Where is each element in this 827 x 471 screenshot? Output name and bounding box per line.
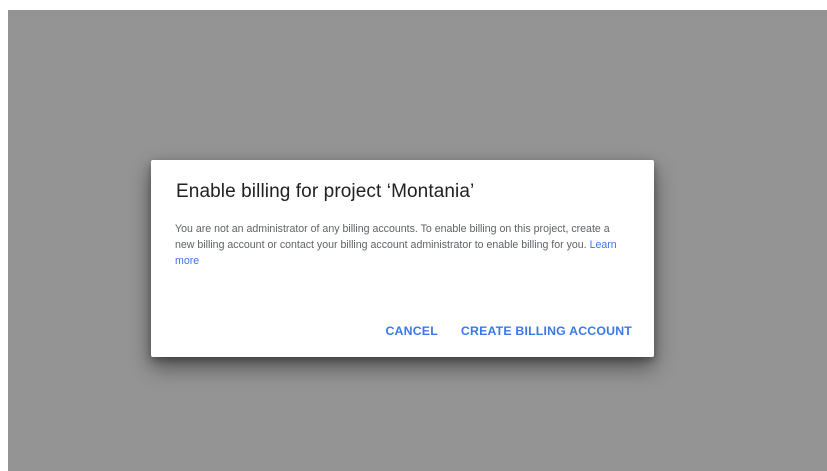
enable-billing-dialog: Enable billing for project ‘Montania’ Yo…	[151, 160, 654, 357]
dialog-title: Enable billing for project ‘Montania’	[176, 181, 475, 202]
create-billing-account-button[interactable]: CREATE BILLING ACCOUNT	[461, 324, 632, 338]
dialog-actions: CANCEL CREATE BILLING ACCOUNT	[385, 324, 632, 338]
cancel-button[interactable]: CANCEL	[385, 324, 437, 338]
dialog-body: You are not an administrator of any bill…	[175, 221, 630, 269]
modal-backdrop[interactable]: Enable billing for project ‘Montania’ Yo…	[8, 10, 827, 471]
dialog-body-text: You are not an administrator of any bill…	[175, 223, 610, 251]
